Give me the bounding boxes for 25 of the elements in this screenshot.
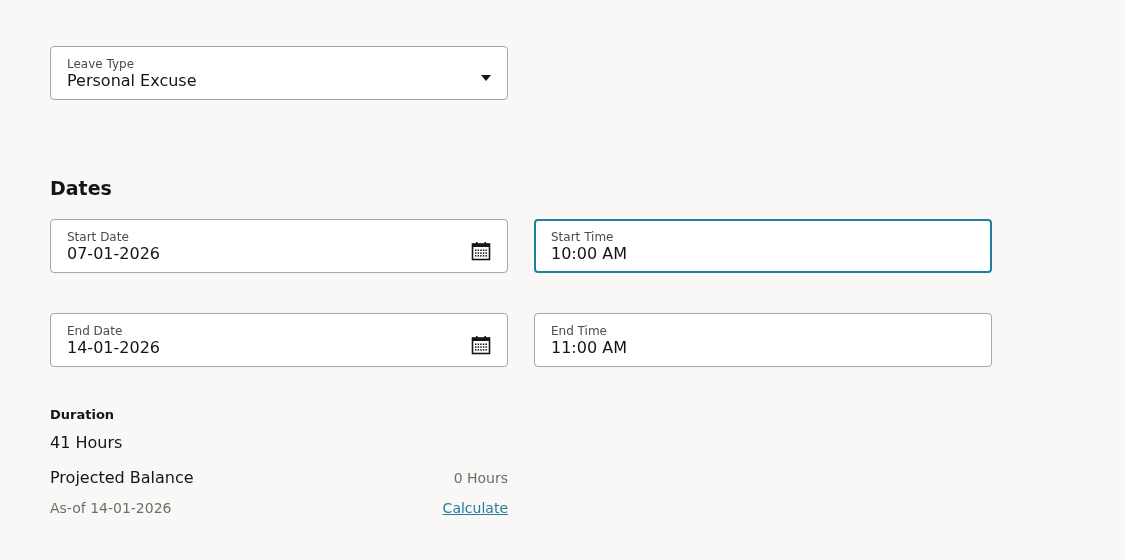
field-value: 11:00 AM bbox=[551, 338, 627, 358]
field-value: 14-01-2026 bbox=[67, 338, 160, 358]
field-label: Leave Type bbox=[67, 57, 136, 71]
as-of-date: As-of 14-01-2026 bbox=[50, 500, 172, 516]
field-label: Start Date bbox=[67, 230, 130, 244]
field-label: End Time bbox=[551, 324, 608, 338]
duration-value: 41 Hours bbox=[50, 433, 124, 453]
select-field[interactable]: Leave Type Personal Excuse bbox=[50, 46, 508, 100]
field-value: 10:00 AM bbox=[551, 244, 627, 264]
calendar-icon[interactable] bbox=[471, 241, 491, 261]
balance-value: 0 Hours bbox=[453, 470, 508, 486]
field-value: 07-01-2026 bbox=[67, 244, 160, 264]
calendar-icon[interactable] bbox=[471, 335, 491, 355]
field-label: Start Time bbox=[551, 230, 615, 244]
duration-label: Duration bbox=[50, 407, 116, 423]
date-field[interactable]: Start Date 07-01-2026 bbox=[50, 219, 508, 273]
date-field[interactable]: End Date 14-01-2026 bbox=[50, 313, 508, 367]
field-label: End Date bbox=[67, 324, 124, 338]
dropdown-caret-icon[interactable] bbox=[481, 75, 491, 81]
time-field[interactable]: End Time 11:00 AM bbox=[534, 313, 992, 367]
calculate-link[interactable]: Calculate bbox=[442, 500, 508, 516]
balance-label: Projected Balance bbox=[50, 468, 194, 488]
field-value: Personal Excuse bbox=[67, 71, 197, 91]
time-field[interactable]: Start Time 10:00 AM bbox=[534, 219, 992, 273]
section-heading: Dates bbox=[50, 176, 113, 201]
